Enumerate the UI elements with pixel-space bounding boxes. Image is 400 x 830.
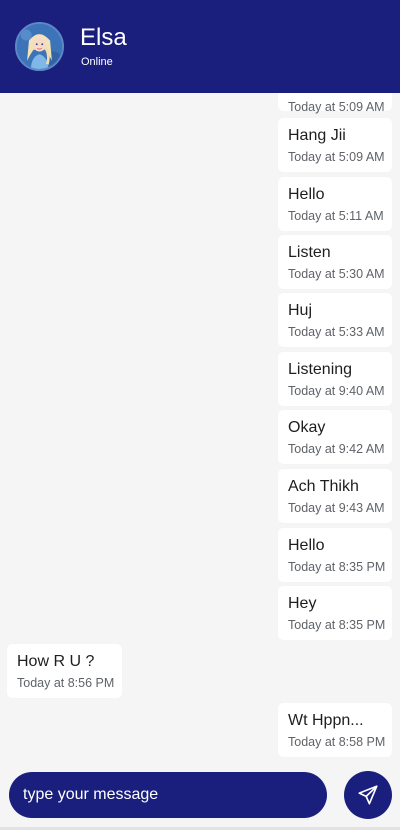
message-time: Today at 5:11 AM	[288, 209, 384, 223]
message-time: Today at 5:09 AM	[288, 150, 385, 164]
message-text: Hello	[288, 537, 325, 554]
contact-info: Elsa Online	[80, 24, 127, 69]
send-icon	[358, 785, 378, 805]
message-text: Wt Hppn...	[288, 712, 364, 729]
message-text: Ach Thikh	[288, 478, 359, 495]
message-time: Today at 5:30 AM	[288, 267, 385, 281]
message-time: Today at 8:35 PM	[288, 560, 386, 574]
message-input-container[interactable]	[9, 772, 327, 818]
message-time: Today at 5:09 AM	[288, 100, 385, 114]
message-time: Today at 8:56 PM	[17, 676, 115, 690]
message-bubble[interactable]: Hello Today at 5:11 AM	[278, 177, 392, 231]
message-input[interactable]	[23, 786, 327, 804]
message-bubble[interactable]: Wt Hppn... Today at 8:58 PM	[278, 703, 392, 757]
message-time: Today at 9:42 AM	[288, 442, 385, 456]
message-bubble[interactable]: How R U ? Today at 8:56 PM	[7, 644, 122, 698]
send-button[interactable]	[344, 771, 392, 819]
message-time: Today at 8:58 PM	[288, 735, 386, 749]
message-time: Today at 9:40 AM	[288, 384, 385, 398]
message-time: Today at 8:35 PM	[288, 618, 386, 632]
message-bubble[interactable]: Huj Today at 5:33 AM	[278, 293, 392, 347]
contact-avatar[interactable]	[15, 22, 64, 71]
message-text: Hey	[288, 595, 317, 612]
message-bubble[interactable]: Ach Thikh Today at 9:43 AM	[278, 469, 392, 523]
message-list[interactable]: Today at 5:09 AM Hang Jii Today at 5:09 …	[0, 93, 400, 761]
message-text: Huj	[288, 302, 313, 319]
message-composer	[0, 762, 400, 830]
message-bubble[interactable]: Hang Jii Today at 5:09 AM	[278, 118, 392, 172]
message-text: Hello	[288, 186, 325, 203]
contact-name[interactable]: Elsa	[80, 24, 127, 52]
message-bubble[interactable]: Listen Today at 5:30 AM	[278, 235, 392, 289]
message-text: Okay	[288, 419, 326, 436]
message-time: Today at 5:33 AM	[288, 325, 385, 339]
message-text: Hang Jii	[288, 127, 346, 144]
message-text: How R U ?	[17, 653, 95, 670]
message-time: Today at 9:43 AM	[288, 501, 385, 515]
chat-screen: Elsa Online Today at 5:09 AM Hang Jii To…	[0, 0, 400, 830]
contact-status: Online	[81, 56, 113, 68]
chat-header: Elsa Online	[0, 0, 400, 93]
message-text: Listening	[288, 361, 353, 378]
message-text: Listen	[288, 244, 331, 261]
elsa-avatar-icon	[17, 24, 62, 69]
message-bubble[interactable]: Today at 5:09 AM	[278, 93, 392, 114]
message-bubble[interactable]: Hey Today at 8:35 PM	[278, 586, 392, 640]
message-bubble[interactable]: Listening Today at 9:40 AM	[278, 352, 392, 406]
message-bubble[interactable]: Hello Today at 8:35 PM	[278, 528, 392, 582]
message-bubble[interactable]: Okay Today at 9:42 AM	[278, 410, 392, 464]
